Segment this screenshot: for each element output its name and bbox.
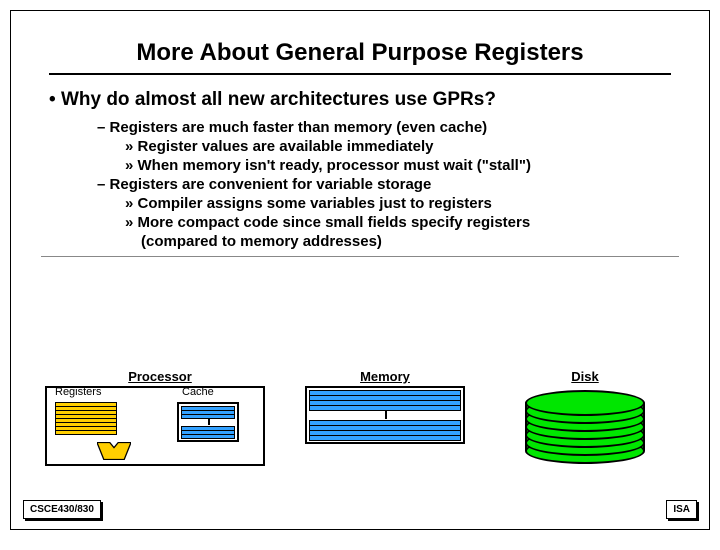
alu-icon bbox=[97, 442, 131, 460]
bullet-a1a: Register values are available immediatel… bbox=[41, 138, 679, 155]
register-file-icon bbox=[55, 402, 117, 434]
cache-label: Cache bbox=[182, 386, 214, 398]
disk-block: Disk bbox=[505, 369, 665, 466]
processor-label: Processor bbox=[45, 369, 275, 384]
processor-box: Registers Cache bbox=[45, 386, 265, 466]
disk-icon bbox=[525, 392, 645, 462]
slide-title: More About General Purpose Registers bbox=[49, 39, 671, 67]
bullet-a1b: When memory isn't ready, processor must … bbox=[41, 157, 679, 174]
cache-icon bbox=[177, 402, 239, 442]
memory-icon bbox=[305, 386, 465, 444]
bullet-question: Why do almost all new architectures use … bbox=[41, 89, 679, 111]
disk-label: Disk bbox=[505, 369, 665, 384]
diagram-row: Processor Registers Cache Memory bbox=[11, 369, 709, 466]
slide: More About General Purpose Registers Why… bbox=[10, 10, 710, 530]
footer-course: CSCE430/830 bbox=[23, 500, 101, 519]
footer-topic: ISA bbox=[666, 500, 697, 519]
slide-content: Why do almost all new architectures use … bbox=[41, 89, 679, 257]
bullet-a2a: Compiler assigns some variables just to … bbox=[41, 195, 679, 212]
bullet-a2b-cont: (compared to memory addresses) bbox=[41, 233, 679, 250]
registers-label: Registers bbox=[55, 386, 101, 398]
title-box: More About General Purpose Registers bbox=[49, 39, 671, 75]
bullet-a1: Registers are much faster than memory (e… bbox=[41, 119, 679, 136]
memory-block: Memory bbox=[285, 369, 485, 466]
bullet-a2b: More compact code since small fields spe… bbox=[41, 214, 679, 231]
bullet-a2: Registers are convenient for variable st… bbox=[41, 176, 679, 193]
processor-block: Processor Registers Cache bbox=[45, 369, 275, 466]
memory-label: Memory bbox=[285, 369, 485, 384]
